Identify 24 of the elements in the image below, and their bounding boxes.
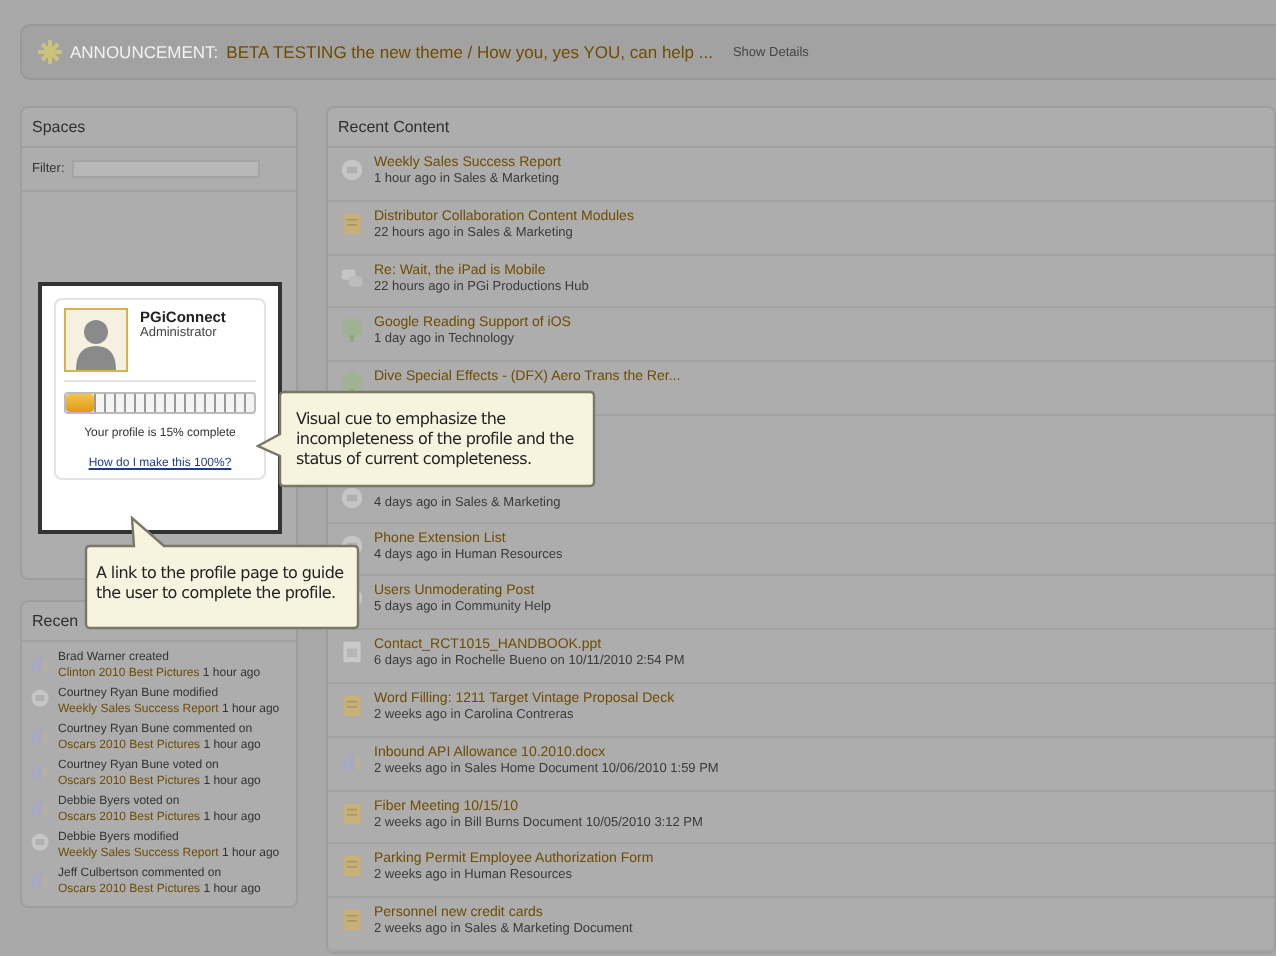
- activity-icon: [30, 652, 50, 672]
- announcement-link[interactable]: BETA TESTING the new theme / How you, yes YOU, can help ...: [226, 42, 713, 62]
- content-icon: [340, 640, 364, 665]
- content-icon: [340, 485, 364, 510]
- announcement-label: ANNOUNCEMENT:: [70, 42, 219, 62]
- activity-icon: [30, 832, 50, 852]
- callout: Visual cue to emphasize the incompleteness of the profile and the status of current completeness.: [256, 390, 596, 488]
- panel-title: Spaces: [22, 108, 296, 148]
- activity-icon: [30, 868, 50, 888]
- content-icon: [340, 265, 364, 290]
- content-icon: [340, 158, 364, 182]
- asterisk-icon: [38, 40, 62, 64]
- content-icon: [340, 211, 364, 236]
- content-icon: [340, 908, 364, 933]
- callout: A link to the profile page to guide the user to complete the profile.: [84, 516, 360, 630]
- content-icon: [340, 318, 364, 343]
- content-icon: [340, 747, 364, 772]
- content-icon: [340, 801, 364, 826]
- content-icon: [340, 372, 364, 397]
- avatar-icon: [64, 308, 128, 372]
- activity-icon: [30, 688, 50, 708]
- panel-title: Recent Content: [328, 108, 1274, 148]
- content-icon: [340, 693, 364, 718]
- content-icon: [340, 854, 364, 879]
